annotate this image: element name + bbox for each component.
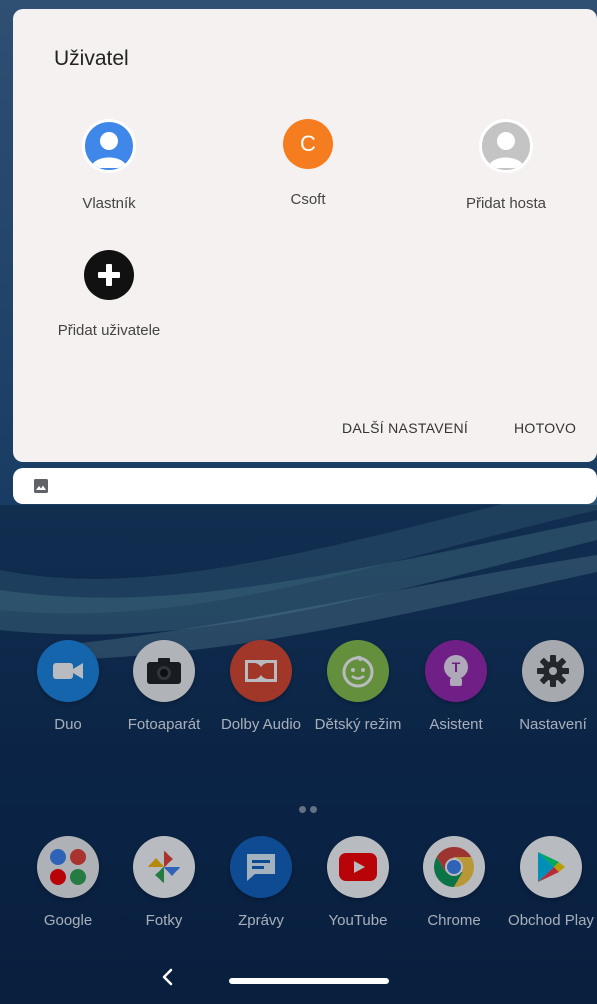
scrim	[0, 505, 597, 1004]
done-button[interactable]: HOTOVO	[514, 420, 576, 436]
add-circle-icon	[84, 250, 134, 300]
home-pill[interactable]	[229, 978, 389, 984]
quick-settings-bar[interactable]	[13, 468, 597, 504]
dialog-title: Uživatel	[54, 47, 129, 70]
more-settings-button[interactable]: DALŠÍ NASTAVENÍ	[342, 420, 468, 436]
user-label: Csoft	[290, 191, 326, 208]
user-avatar-icon	[82, 119, 136, 173]
letter-avatar: C	[283, 119, 333, 169]
user-dialog: Uživatel Vlastník C Csoft Přidat hosta P…	[13, 9, 597, 462]
add-guest[interactable]: Přidat hosta	[436, 119, 576, 212]
user-csoft[interactable]: C Csoft	[238, 119, 378, 208]
user-label: Přidat uživatele	[57, 322, 161, 339]
user-owner[interactable]: Vlastník	[39, 119, 179, 212]
back-chevron-icon[interactable]	[160, 967, 176, 987]
add-user[interactable]: Přidat uživatele	[39, 250, 179, 339]
guest-avatar-icon	[479, 119, 533, 173]
user-label: Přidat hosta	[465, 195, 547, 212]
user-label: Vlastník	[82, 195, 136, 212]
image-icon	[34, 479, 48, 493]
